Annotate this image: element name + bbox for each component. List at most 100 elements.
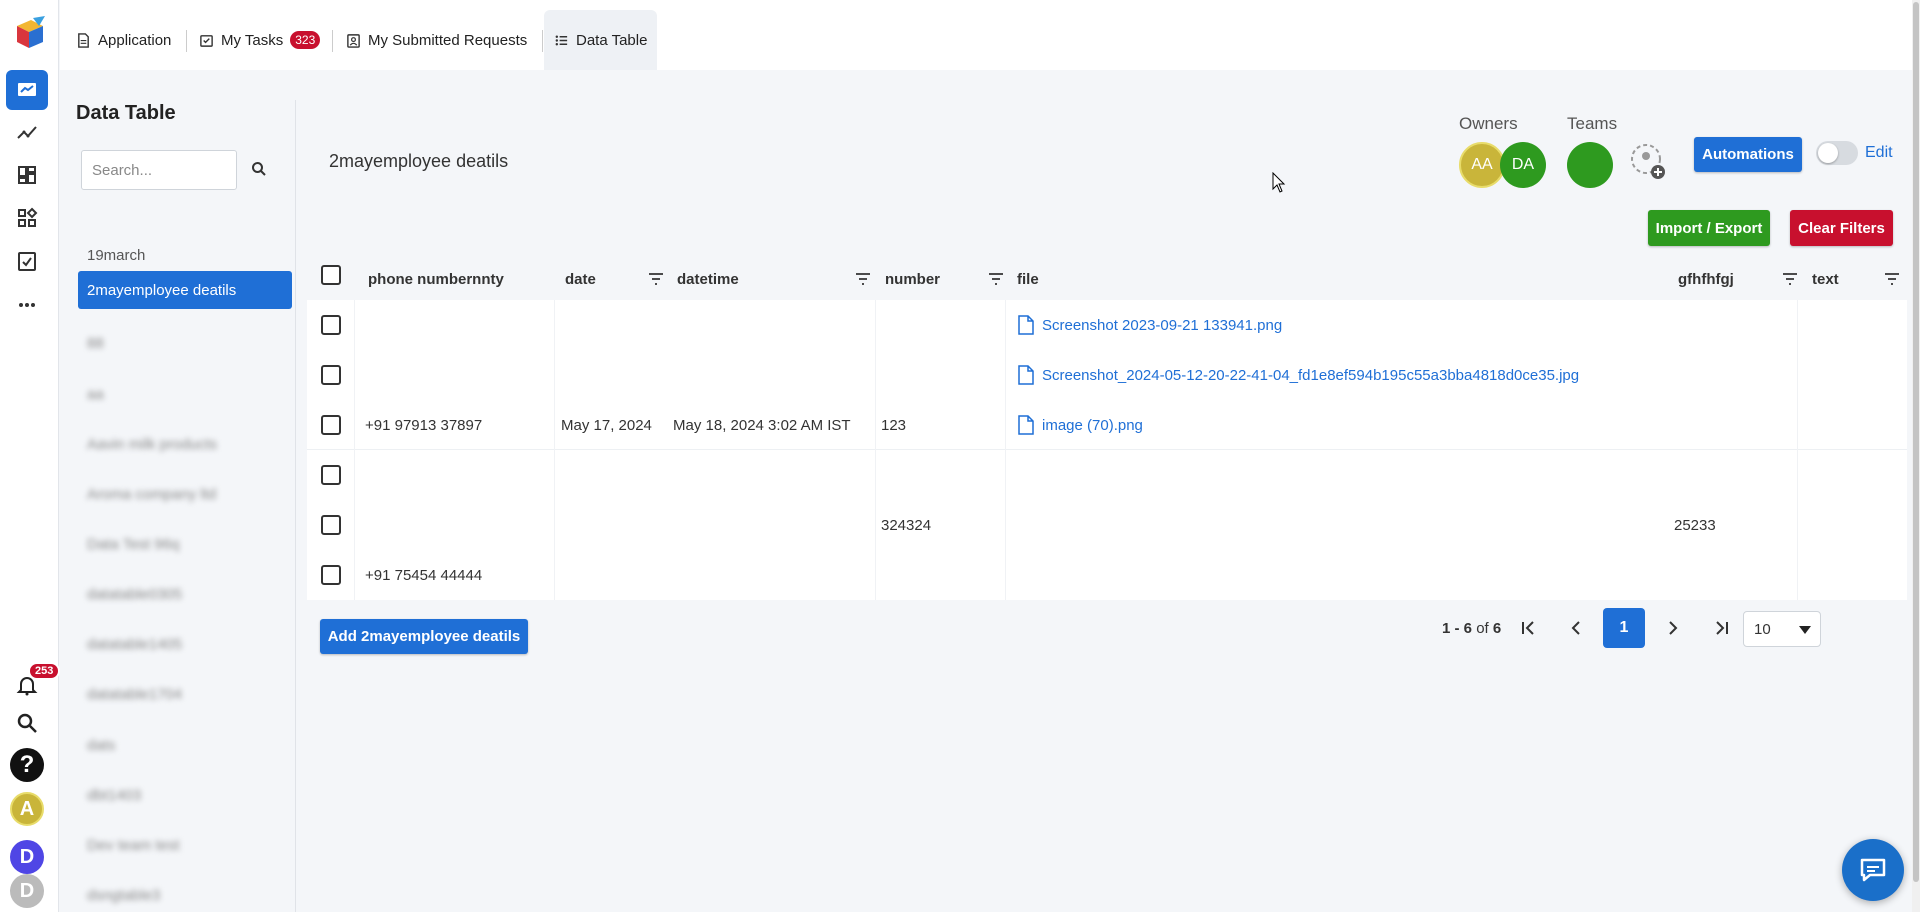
row-checkbox[interactable] — [321, 365, 341, 385]
table-row[interactable]: 324324 25233 — [307, 500, 1907, 550]
cell-number[interactable]: 123 — [881, 400, 906, 450]
cell-gfhfhfgj[interactable]: 25233 — [1674, 500, 1716, 550]
sidebar-item[interactable]: Data Test 96q — [78, 525, 292, 563]
sidebar-item[interactable]: dsngtable3 — [78, 876, 292, 912]
table-row[interactable]: Screenshot_2024-05-12-20-22-41-04_fd1e8e… — [307, 350, 1907, 400]
column-header[interactable]: phone numbernnty — [368, 258, 504, 300]
column-header[interactable]: gfhfhfgj — [1678, 258, 1734, 300]
file-link[interactable]: Screenshot 2023-09-21 133941.png — [1017, 300, 1282, 350]
edit-label: Edit — [1865, 144, 1893, 161]
owner-avatar[interactable]: AA — [1459, 142, 1505, 188]
search-icon[interactable] — [6, 703, 48, 743]
sidebar-item[interactable]: Aavin milk products — [78, 425, 292, 463]
mouse-cursor-icon — [1272, 172, 1286, 193]
search-input[interactable] — [81, 150, 237, 190]
first-page-icon[interactable] — [1508, 608, 1548, 648]
cell-phone[interactable]: +91 75454 44444 — [365, 550, 482, 600]
column-header[interactable]: file — [1017, 258, 1039, 300]
table-row[interactable]: +91 75454 44444 — [307, 550, 1907, 600]
cell-phone[interactable]: +91 97913 37897 — [365, 400, 482, 450]
clear-filters-button[interactable]: Clear Filters — [1790, 210, 1893, 246]
pagination-total: 6 — [1492, 620, 1502, 637]
column-divider — [875, 300, 876, 600]
page-size-value: 10 — [1754, 620, 1771, 638]
filter-icon[interactable] — [988, 272, 1004, 286]
task-count-badge: 323 — [290, 31, 321, 49]
add-row-button[interactable]: Add 2mayemployee deatils — [320, 619, 528, 654]
column-divider — [554, 300, 555, 600]
file-link[interactable]: image (70).png — [1017, 400, 1143, 450]
file-name: Screenshot_2024-05-12-20-22-41-04_fd1e8e… — [1042, 366, 1580, 384]
sidebar-item[interactable]: datatable0305 — [78, 575, 292, 613]
import-export-button[interactable]: Import / Export — [1648, 210, 1770, 246]
sidebar-item[interactable]: dbt1403 — [78, 776, 292, 814]
sidebar-item[interactable]: datatable1704 — [78, 675, 292, 713]
column-divider — [1005, 300, 1006, 600]
filter-icon[interactable] — [1782, 272, 1798, 286]
help-icon[interactable]: ? — [10, 748, 44, 782]
tab-my-submitted-requests[interactable]: My Submitted Requests — [336, 10, 537, 70]
owners-label: Owners — [1459, 114, 1518, 133]
next-page-icon[interactable] — [1653, 608, 1693, 648]
owner-avatar[interactable]: DA — [1500, 142, 1546, 188]
tab-my-tasks[interactable]: My Tasks 323 — [189, 10, 330, 70]
sidebar-item[interactable]: Dev team test — [78, 826, 292, 864]
more-icon[interactable] — [6, 285, 48, 325]
tab-application[interactable]: Application — [66, 10, 181, 70]
row-checkbox[interactable] — [321, 315, 341, 335]
chat-button[interactable] — [1842, 839, 1904, 901]
analytics-icon[interactable] — [6, 113, 48, 153]
column-header[interactable]: number — [885, 258, 940, 300]
scrollbar-thumb[interactable] — [1913, 2, 1919, 882]
column-header[interactable]: text — [1812, 258, 1839, 300]
sidebar-item[interactable]: datatable1405 — [78, 625, 292, 663]
row-checkbox[interactable] — [321, 565, 341, 585]
tab-label: My Tasks — [221, 31, 284, 49]
filter-icon[interactable] — [648, 272, 664, 286]
sidebar-item[interactable]: aa — [78, 375, 292, 413]
last-page-icon[interactable] — [1702, 608, 1742, 648]
avatar[interactable]: D — [10, 840, 44, 874]
tab-label: My Submitted Requests — [368, 31, 528, 49]
column-header[interactable]: datetime — [677, 258, 739, 300]
avatar[interactable]: A — [10, 792, 44, 826]
add-team-icon[interactable] — [1628, 142, 1668, 182]
column-header[interactable]: date — [565, 258, 596, 300]
sidebar-item[interactable]: 88 — [78, 324, 292, 362]
filter-icon[interactable] — [855, 272, 871, 286]
cell-number[interactable]: 324324 — [881, 500, 931, 550]
row-checkbox[interactable] — [321, 515, 341, 535]
row-checkbox[interactable] — [321, 465, 341, 485]
dashboard-icon[interactable] — [6, 155, 48, 195]
table-row[interactable] — [307, 450, 1907, 500]
tab-divider — [186, 30, 187, 52]
file-link[interactable]: Screenshot_2024-05-12-20-22-41-04_fd1e8e… — [1017, 350, 1579, 400]
approval-icon[interactable] — [6, 241, 48, 281]
automations-button[interactable]: Automations — [1694, 137, 1802, 172]
row-checkbox[interactable] — [321, 415, 341, 435]
cell-date[interactable]: May 17, 2024 — [561, 400, 652, 450]
table-row[interactable]: +91 97913 37897 May 17, 2024 May 18, 202… — [307, 400, 1907, 450]
sidebar-item[interactable]: Aroma company ltd — [78, 475, 292, 513]
page-size-select[interactable]: 10 — [1743, 611, 1821, 647]
table-body: Screenshot 2023-09-21 133941.png Screens… — [307, 300, 1907, 600]
sidebar-item-active[interactable]: 2mayemployee deatils — [78, 271, 292, 309]
widgets-icon[interactable] — [6, 198, 48, 238]
cell-datetime[interactable]: May 18, 2024 3:02 AM IST — [673, 400, 851, 450]
table-row[interactable]: Screenshot 2023-09-21 133941.png — [307, 300, 1907, 350]
tab-divider — [542, 30, 543, 52]
avatar[interactable]: D — [10, 874, 44, 908]
search-icon[interactable] — [250, 160, 268, 178]
team-avatar[interactable] — [1567, 142, 1613, 188]
prev-page-icon[interactable] — [1556, 608, 1596, 648]
file-icon — [1018, 315, 1034, 335]
sidebar-item[interactable]: 19march — [78, 236, 292, 274]
app-logo-icon[interactable] — [9, 14, 49, 54]
page-button-current[interactable]: 1 — [1603, 608, 1645, 648]
home-icon[interactable] — [6, 70, 48, 110]
tab-data-table[interactable]: Data Table — [544, 10, 658, 70]
select-all-checkbox[interactable] — [321, 265, 341, 285]
filter-icon[interactable] — [1884, 272, 1900, 286]
top-tab-bar: Application My Tasks 323 My Submitted Re… — [60, 0, 1920, 70]
sidebar-item[interactable]: dats — [78, 726, 292, 764]
